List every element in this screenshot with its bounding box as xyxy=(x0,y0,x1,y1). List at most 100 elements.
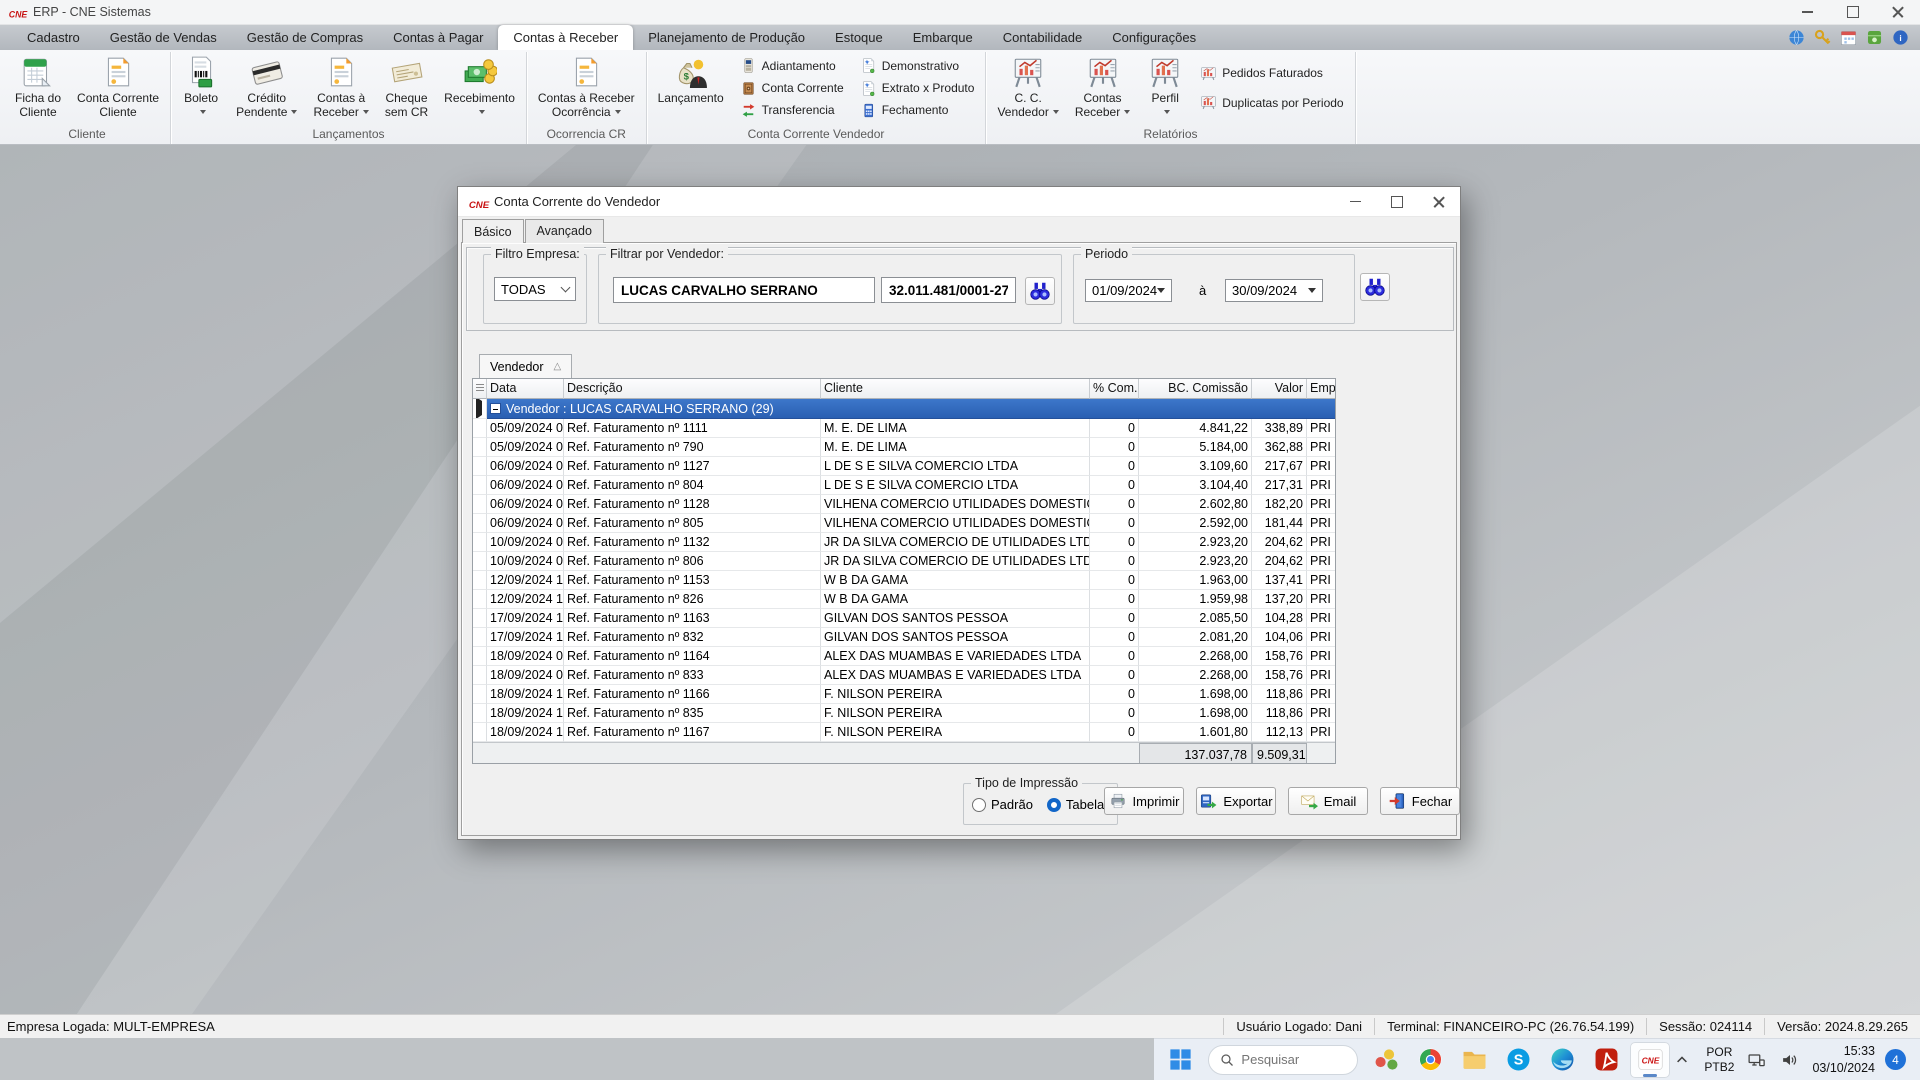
ribbon-item-contas-receber[interactable]: ContasReceber xyxy=(1068,53,1137,122)
menu-tab-cadastro[interactable]: Cadastro xyxy=(12,25,95,50)
table-row[interactable]: 18/09/2024 10Ref. Faturamento nº 835F. N… xyxy=(473,704,1335,723)
table-row[interactable]: 05/09/2024 09Ref. Faturamento nº 1111M. … xyxy=(473,419,1335,438)
menu-tray-info-button[interactable]: i xyxy=(1891,28,1910,47)
ribbon-item-adiantamento[interactable]: Adiantamento xyxy=(737,56,847,75)
taskbar-app-folder[interactable] xyxy=(1454,1042,1494,1078)
taskbar-search[interactable] xyxy=(1208,1045,1358,1075)
ribbon-item-fechamento[interactable]: Fechamento xyxy=(857,101,978,120)
taskbar-app-dots[interactable] xyxy=(1366,1042,1406,1078)
print-option-padrao[interactable]: Padrão xyxy=(972,797,1033,812)
table-row[interactable]: 05/09/2024 09Ref. Faturamento nº 790M. E… xyxy=(473,438,1335,457)
group-row[interactable]: Vendedor : LUCAS CARVALHO SERRANO (29) xyxy=(473,399,1335,419)
table-row[interactable]: 06/09/2024 09Ref. Faturamento nº 1127L D… xyxy=(473,457,1335,476)
dialog-tab-avancado[interactable]: Avançado xyxy=(525,219,604,243)
menu-tray-globe-button[interactable] xyxy=(1787,28,1806,47)
table-row[interactable]: 06/09/2024 09Ref. Faturamento nº 805VILH… xyxy=(473,514,1335,533)
table-row[interactable]: 06/09/2024 09Ref. Faturamento nº 1128VIL… xyxy=(473,495,1335,514)
table-row[interactable]: 18/09/2024 08Ref. Faturamento nº 833ALEX… xyxy=(473,666,1335,685)
taskbar-app-acrobat[interactable] xyxy=(1586,1042,1626,1078)
column-header-valor[interactable]: Valor xyxy=(1252,379,1307,399)
grid-view-tab[interactable]: Vendedor △ xyxy=(479,354,572,378)
imprimir-button[interactable]: Imprimir xyxy=(1104,787,1184,815)
column-header-bc-comissao[interactable]: BC. Comissão xyxy=(1139,379,1252,399)
table-row[interactable]: 10/09/2024 08Ref. Faturamento nº 806JR D… xyxy=(473,552,1335,571)
menu-tray-package-button[interactable] xyxy=(1865,28,1884,47)
search-vendedor-button[interactable] xyxy=(1025,277,1055,305)
column-header-empresa[interactable]: Empresa xyxy=(1307,379,1336,399)
menu-tab-estoque[interactable]: Estoque xyxy=(820,25,898,50)
ribbon-item-boleto[interactable]: Boleto xyxy=(175,53,227,122)
ribbon-item-c-c-vendedor[interactable]: C. C.Vendedor xyxy=(990,53,1065,122)
table-row[interactable]: 17/09/2024 11Ref. Faturamento nº 1163GIL… xyxy=(473,609,1335,628)
network-button[interactable] xyxy=(1744,1048,1768,1072)
notification-badge[interactable]: 4 xyxy=(1885,1049,1906,1070)
ribbon-item-conta-corrente[interactable]: Conta Corrente xyxy=(737,79,847,98)
search-input[interactable] xyxy=(1241,1052,1341,1067)
menu-tab-embarque[interactable]: Embarque xyxy=(898,25,988,50)
table-row[interactable]: 18/09/2024 08Ref. Faturamento nº 1164ALE… xyxy=(473,647,1335,666)
maximize-button[interactable] xyxy=(1830,0,1875,24)
ribbon-item-duplicatas-por-periodo[interactable]: Duplicatas por Periodo xyxy=(1197,93,1346,112)
dialog-tab-basico[interactable]: Básico xyxy=(462,219,524,243)
taskbar-app-skype[interactable]: S xyxy=(1498,1042,1538,1078)
language-indicator[interactable]: POR PTB2 xyxy=(1704,1045,1734,1075)
ribbon-item-credito-pendente[interactable]: CréditoPendente xyxy=(229,53,304,122)
menu-tab-contas-a-pagar[interactable]: Contas à Pagar xyxy=(378,25,498,50)
ribbon-item-pedidos-faturados[interactable]: Pedidos Faturados xyxy=(1197,64,1346,83)
ribbon-item-demonstrativo[interactable]: Demonstrativo xyxy=(857,56,978,75)
column-header-cliente[interactable]: Cliente xyxy=(821,379,1090,399)
menu-tab-configuracoes[interactable]: Configurações xyxy=(1097,25,1211,50)
print-option-tabela[interactable]: Tabela xyxy=(1047,797,1104,812)
column-header-com[interactable]: % Com. xyxy=(1090,379,1139,399)
menu-tab-gestao-de-vendas[interactable]: Gestão de Vendas xyxy=(95,25,232,50)
dialog-titlebar[interactable]: CNE Conta Corrente do Vendedor xyxy=(458,187,1460,217)
vendedor-nome-input[interactable] xyxy=(613,277,875,303)
start-button[interactable] xyxy=(1160,1042,1200,1078)
menu-tray-calendar-button[interactable] xyxy=(1839,28,1858,47)
tray-chevron-button[interactable] xyxy=(1670,1048,1694,1072)
taskbar-app-cne[interactable]: CNE xyxy=(1630,1042,1670,1078)
dialog-minimize-button[interactable] xyxy=(1334,187,1376,216)
table-row[interactable]: 06/09/2024 09Ref. Faturamento nº 804L DE… xyxy=(473,476,1335,495)
taskbar-app-chrome[interactable] xyxy=(1410,1042,1450,1078)
ribbon-item-contas-a-receber-ocorrencia[interactable]: Contas à ReceberOcorrência xyxy=(531,53,642,122)
collapse-icon[interactable] xyxy=(490,403,501,414)
volume-button[interactable] xyxy=(1778,1048,1802,1072)
menu-tray-key-button[interactable] xyxy=(1813,28,1832,47)
table-row[interactable]: 10/09/2024 08Ref. Faturamento nº 1132JR … xyxy=(473,533,1335,552)
table-row[interactable]: 12/09/2024 11Ref. Faturamento nº 1153W B… xyxy=(473,571,1335,590)
ribbon-item-cheque-sem-cr[interactable]: Chequesem CR xyxy=(378,53,435,122)
ribbon-item-perfil[interactable]: Perfil xyxy=(1139,53,1191,122)
dialog-close-button[interactable] xyxy=(1418,187,1460,216)
menu-tab-planejamento-de-producao[interactable]: Planejamento de Produção xyxy=(633,25,820,50)
periodo-from-select[interactable]: 01/09/2024 xyxy=(1085,279,1172,302)
ribbon-item-conta-corrente-cliente[interactable]: Conta CorrenteCliente xyxy=(70,53,166,122)
empresa-select[interactable]: TODAS xyxy=(494,277,576,301)
exportar-button[interactable]: Exportar xyxy=(1196,787,1276,815)
email-button[interactable]: Email xyxy=(1288,787,1368,815)
column-header-descricao[interactable]: Descrição xyxy=(564,379,821,399)
dialog-maximize-button[interactable] xyxy=(1376,187,1418,216)
grid-corner[interactable] xyxy=(473,379,487,399)
search-periodo-button[interactable] xyxy=(1360,273,1390,301)
column-header-data[interactable]: Data xyxy=(487,379,564,399)
fechar-button[interactable]: Fechar xyxy=(1380,787,1460,815)
table-row[interactable]: 18/09/2024 10Ref. Faturamento nº 1167F. … xyxy=(473,723,1335,742)
ribbon-item-extrato-x-produto[interactable]: Extrato x Produto xyxy=(857,79,978,98)
vendedor-cnpj-input[interactable] xyxy=(881,277,1016,303)
ribbon-item-recebimento[interactable]: Recebimento xyxy=(437,53,522,122)
menu-tab-contabilidade[interactable]: Contabilidade xyxy=(988,25,1098,50)
ribbon-item-lancamento[interactable]: $Lançamento xyxy=(651,53,731,107)
clock[interactable]: 15:33 03/10/2024 xyxy=(1812,1043,1875,1076)
menu-tab-contas-a-receber[interactable]: Contas à Receber xyxy=(498,25,633,50)
table-row[interactable]: 17/09/2024 11Ref. Faturamento nº 832GILV… xyxy=(473,628,1335,647)
taskbar-app-edge[interactable] xyxy=(1542,1042,1582,1078)
periodo-to-select[interactable]: 30/09/2024 xyxy=(1225,279,1323,302)
menu-tab-gestao-de-compras[interactable]: Gestão de Compras xyxy=(232,25,378,50)
minimize-button[interactable] xyxy=(1785,0,1830,24)
table-row[interactable]: 18/09/2024 10Ref. Faturamento nº 1166F. … xyxy=(473,685,1335,704)
ribbon-item-ficha-do-cliente[interactable]: Ficha doCliente xyxy=(8,53,68,122)
table-row[interactable]: 12/09/2024 11Ref. Faturamento nº 826W B … xyxy=(473,590,1335,609)
close-button[interactable] xyxy=(1875,0,1920,24)
ribbon-item-transferencia[interactable]: Transferencia xyxy=(737,101,847,120)
